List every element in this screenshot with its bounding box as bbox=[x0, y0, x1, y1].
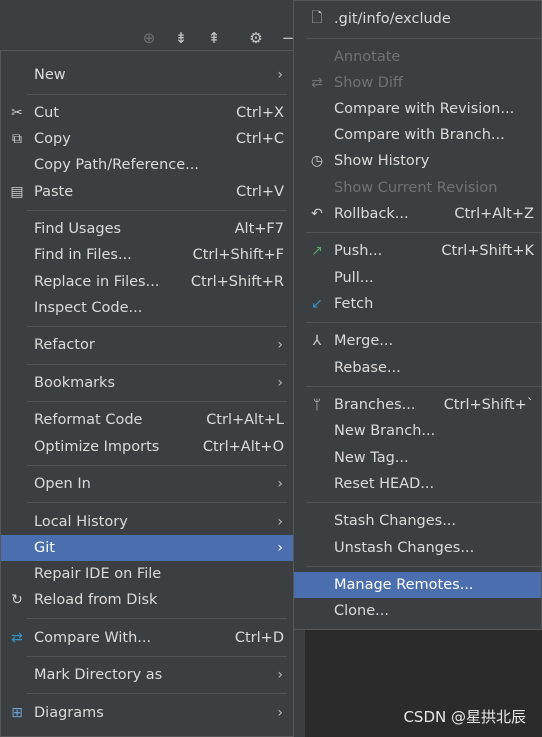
menu-item-branches[interactable]: ᛘ Branches... Ctrl+Shift+` bbox=[294, 392, 541, 418]
separator bbox=[27, 656, 287, 657]
menu-item-find-usages[interactable]: Find Usages Alt+F7 bbox=[1, 216, 293, 242]
clipboard-icon: ▤ bbox=[10, 184, 24, 200]
menu-item-replace-in-files[interactable]: Replace in Files... Ctrl+Shift+R bbox=[1, 269, 293, 295]
undo-icon: ↶ bbox=[311, 206, 323, 222]
watermark: CSDN @星拱北辰 bbox=[403, 708, 526, 726]
menu-item-stash[interactable]: Stash Changes... bbox=[294, 508, 541, 534]
menu-item-reload-from-disk[interactable]: ↻ Reload from Disk bbox=[1, 587, 293, 613]
chevron-right-icon: › bbox=[277, 514, 283, 530]
diff-arrows-icon: ⇄ bbox=[311, 75, 323, 91]
compare-arrows-icon: ⇄ bbox=[11, 630, 23, 646]
menu-item-local-history[interactable]: Local History › bbox=[1, 509, 293, 535]
reload-icon: ↻ bbox=[11, 592, 23, 608]
menu-item-compare-branch[interactable]: Compare with Branch... bbox=[294, 122, 541, 148]
separator bbox=[306, 386, 541, 387]
menu-item-show-diff[interactable]: ⇄ Show Diff bbox=[294, 70, 541, 96]
menu-item-new-tag[interactable]: New Tag... bbox=[294, 445, 541, 471]
menu-item-annotate[interactable]: Annotate bbox=[294, 44, 541, 70]
diagram-icon: ⊞ bbox=[11, 705, 23, 721]
menu-item-inspect-code[interactable]: Inspect Code... bbox=[1, 295, 293, 321]
menu-item-mark-directory[interactable]: Mark Directory as › bbox=[1, 662, 293, 688]
chevron-right-icon: › bbox=[277, 67, 283, 83]
chevron-right-icon: › bbox=[277, 476, 283, 492]
separator bbox=[27, 94, 287, 95]
menu-item-push[interactable]: ↗ Push... Ctrl+Shift+K bbox=[294, 238, 541, 264]
separator bbox=[27, 465, 287, 466]
menu-item-compare-revision[interactable]: Compare with Revision... bbox=[294, 96, 541, 122]
expand-all-icon[interactable]: ⇟ bbox=[171, 28, 191, 48]
locate-icon[interactable]: ⊕ bbox=[139, 28, 159, 48]
menu-item-reset-head[interactable]: Reset HEAD... bbox=[294, 471, 541, 497]
fetch-arrow-icon: ↙ bbox=[311, 296, 323, 312]
separator bbox=[27, 502, 287, 503]
clock-icon: ◷ bbox=[310, 153, 324, 169]
menu-item-copy[interactable]: ⧉ Copy Ctrl+C bbox=[1, 126, 293, 152]
menu-item-open-in[interactable]: Open In › bbox=[1, 471, 293, 497]
menu-item-find-in-files[interactable]: Find in Files... Ctrl+Shift+F bbox=[1, 242, 293, 268]
menu-item-diagrams[interactable]: ⊞ Diagrams › bbox=[1, 700, 293, 726]
context-menu: New › ✂ Cut Ctrl+X ⧉ Copy Ctrl+C Copy Pa… bbox=[0, 50, 294, 737]
separator bbox=[306, 322, 541, 323]
separator bbox=[27, 693, 287, 694]
menu-item-optimize-imports[interactable]: Optimize Imports Ctrl+Alt+O bbox=[1, 434, 293, 460]
menu-item-clone[interactable]: Clone... bbox=[294, 598, 541, 624]
menu-item-repair-ide[interactable]: Repair IDE on File bbox=[1, 561, 293, 587]
branch-icon: ᛘ bbox=[312, 397, 322, 413]
collapse-all-icon[interactable]: ⇞ bbox=[204, 28, 224, 48]
menu-item-git-exclude[interactable]: 🗋 .git/info/exclude bbox=[294, 6, 541, 32]
menu-item-rollback[interactable]: ↶ Rollback... Ctrl+Alt+Z bbox=[294, 201, 541, 227]
chevron-right-icon: › bbox=[277, 337, 283, 353]
gear-icon[interactable]: ⚙ bbox=[246, 28, 266, 48]
chevron-right-icon: › bbox=[277, 540, 283, 556]
menu-item-fetch[interactable]: ↙ Fetch bbox=[294, 291, 541, 317]
menu-item-unstash[interactable]: Unstash Changes... bbox=[294, 535, 541, 561]
menu-item-copy-path[interactable]: Copy Path/Reference... bbox=[1, 152, 293, 178]
separator bbox=[27, 618, 287, 619]
menu-item-refactor[interactable]: Refactor › bbox=[1, 332, 293, 358]
menu-item-bookmarks[interactable]: Bookmarks › bbox=[1, 370, 293, 396]
menu-item-pull[interactable]: Pull... bbox=[294, 265, 541, 291]
file-lock-icon: 🗋 bbox=[311, 10, 323, 26]
menu-item-new[interactable]: New › bbox=[1, 62, 293, 88]
chevron-right-icon: › bbox=[277, 667, 283, 683]
menu-item-show-current-revision[interactable]: Show Current Revision bbox=[294, 175, 541, 201]
chevron-right-icon: › bbox=[277, 705, 283, 721]
separator bbox=[27, 401, 287, 402]
menu-item-show-history[interactable]: ◷ Show History bbox=[294, 148, 541, 174]
separator bbox=[306, 502, 541, 503]
menu-item-compare-with[interactable]: ⇄ Compare With... Ctrl+D bbox=[1, 625, 293, 651]
menu-item-paste[interactable]: ▤ Paste Ctrl+V bbox=[1, 179, 293, 205]
git-submenu: 🗋 .git/info/exclude Annotate ⇄ Show Diff… bbox=[293, 0, 542, 630]
merge-icon: ⅄ bbox=[312, 333, 322, 349]
menu-item-rebase[interactable]: Rebase... bbox=[294, 355, 541, 381]
menu-item-merge[interactable]: ⅄ Merge... bbox=[294, 328, 541, 354]
copy-icon: ⧉ bbox=[12, 131, 22, 147]
separator bbox=[306, 232, 541, 233]
scissors-icon: ✂ bbox=[11, 105, 23, 121]
project-toolbar: ⊕ ⇟ ⇞ ⚙ − bbox=[0, 0, 300, 50]
menu-item-reformat-code[interactable]: Reformat Code Ctrl+Alt+L bbox=[1, 407, 293, 433]
menu-item-manage-remotes[interactable]: Manage Remotes... bbox=[294, 572, 541, 598]
menu-item-git[interactable]: Git › bbox=[1, 535, 293, 561]
separator bbox=[27, 326, 287, 327]
separator bbox=[27, 210, 287, 211]
separator bbox=[306, 566, 541, 567]
chevron-right-icon: › bbox=[277, 375, 283, 391]
menu-item-cut[interactable]: ✂ Cut Ctrl+X bbox=[1, 100, 293, 126]
push-arrow-icon: ↗ bbox=[311, 243, 323, 259]
menu-item-new-branch[interactable]: New Branch... bbox=[294, 418, 541, 444]
separator bbox=[27, 364, 287, 365]
separator bbox=[306, 38, 541, 39]
